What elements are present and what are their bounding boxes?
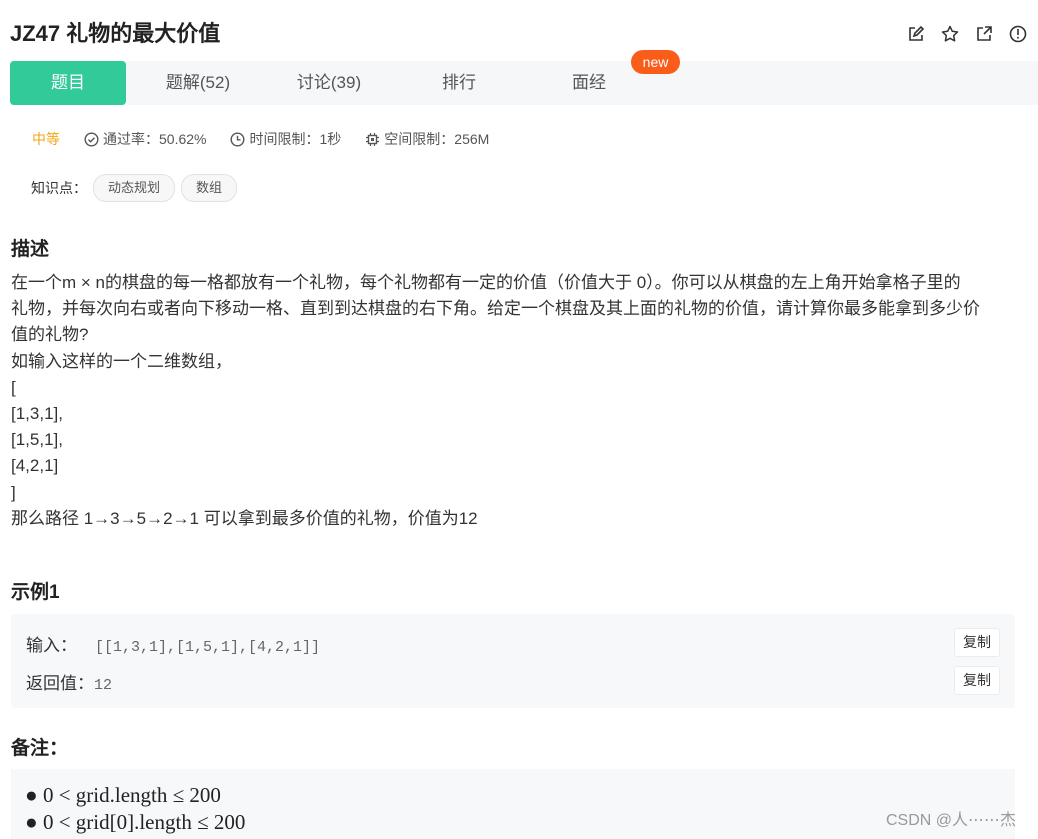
- tab-solutions[interactable]: 题解(52): [140, 61, 256, 105]
- clock-icon: [230, 131, 245, 147]
- title-toolbar: [906, 24, 1028, 44]
- output-label: 返回值：: [26, 674, 94, 693]
- example-output: 返回值：12: [26, 669, 112, 694]
- space-limit: 空间限制：256M: [365, 129, 489, 149]
- knowledge-label: 知识点：: [31, 180, 87, 196]
- example-box: 输入： [[1,3,1],[1,5,1],[4,2,1]] 复制 返回值：12 复…: [11, 614, 1015, 708]
- page-title: JZ47 礼物的最大价值: [10, 21, 221, 46]
- output-value: 12: [94, 677, 113, 694]
- copy-input-button[interactable]: 复制: [954, 628, 1000, 657]
- difficulty-label: 中等: [32, 131, 60, 147]
- example-input: 输入： [[1,3,1],[1,5,1],[4,2,1]]: [26, 631, 320, 656]
- description-line: 在一个m × n的棋盘的每一格都放有一个礼物，每个礼物都有一定的价值（价值大于 …: [11, 273, 961, 292]
- title-row: JZ47 礼物的最大价值: [10, 18, 1028, 50]
- tab-problem[interactable]: 题目: [10, 61, 126, 105]
- star-icon[interactable]: [940, 24, 960, 44]
- note-item: ● 0 < grid[0].length ≤ 200: [25, 810, 246, 834]
- note-item: ● 0 < grid.length ≤ 200: [25, 783, 221, 807]
- input-value: [[1,3,1],[1,5,1],[4,2,1]]: [95, 639, 321, 656]
- chip-icon: [366, 132, 380, 146]
- description-heading: 描述: [11, 239, 50, 260]
- notes-box: ● 0 < grid.length ≤ 200 ● 0 < grid[0].le…: [11, 769, 1015, 839]
- description-line: 礼物，并每次向右或者向下移动一格、直到到达棋盘的右下角。给定一个棋盘及其上面的礼…: [11, 299, 980, 319]
- time-limit: 时间限制：1秒: [230, 129, 341, 149]
- problem-meta: 中等 通过率：50.62% 时间限制：1秒 空间限制：256M: [32, 128, 513, 150]
- description-line: [1,5,1],: [11, 430, 63, 450]
- edit-icon[interactable]: [906, 24, 926, 44]
- tag-array[interactable]: 数组: [181, 174, 238, 202]
- tab-discussion[interactable]: 讨论(39): [271, 61, 387, 105]
- tag-dynamic-programming[interactable]: 动态规划: [93, 174, 176, 202]
- watermark: CSDN @人⋯⋯杰: [886, 812, 1017, 829]
- copy-output-button[interactable]: 复制: [954, 666, 1000, 695]
- description-line: [: [11, 377, 16, 397]
- pass-rate: 通过率：50.62%: [84, 129, 206, 149]
- new-badge: new: [631, 50, 680, 74]
- tab-ranking[interactable]: 排行: [401, 61, 517, 105]
- description-line: 那么路径 1→3→5→2→1 可以拿到最多价值的礼物，价值为12: [11, 508, 478, 528]
- description-line: 如输入这样的一个二维数组，: [11, 351, 232, 371]
- description-line: 值的礼物?: [11, 325, 89, 345]
- knowledge-tags: 知识点： 动态规划 数组: [31, 174, 238, 202]
- description-body: 在一个m × n的棋盘的每一格都放有一个礼物，每个礼物都有一定的价值（价值大于 …: [11, 270, 1021, 532]
- notes-heading: 备注：: [11, 738, 69, 759]
- description-line: [1,3,1],: [11, 404, 63, 424]
- input-label: 输入：: [26, 636, 77, 655]
- info-icon[interactable]: [1008, 24, 1028, 44]
- external-link-icon[interactable]: [974, 24, 994, 44]
- example-heading: 示例1: [11, 582, 60, 603]
- tab-interview[interactable]: 面经: [531, 61, 647, 105]
- description-line: [4,2,1]: [11, 456, 59, 476]
- check-circle-icon: [84, 131, 99, 147]
- description-line: ]: [11, 482, 16, 502]
- tab-bar: 题目 题解(52) 讨论(39) 排行 面经: [10, 61, 1038, 105]
